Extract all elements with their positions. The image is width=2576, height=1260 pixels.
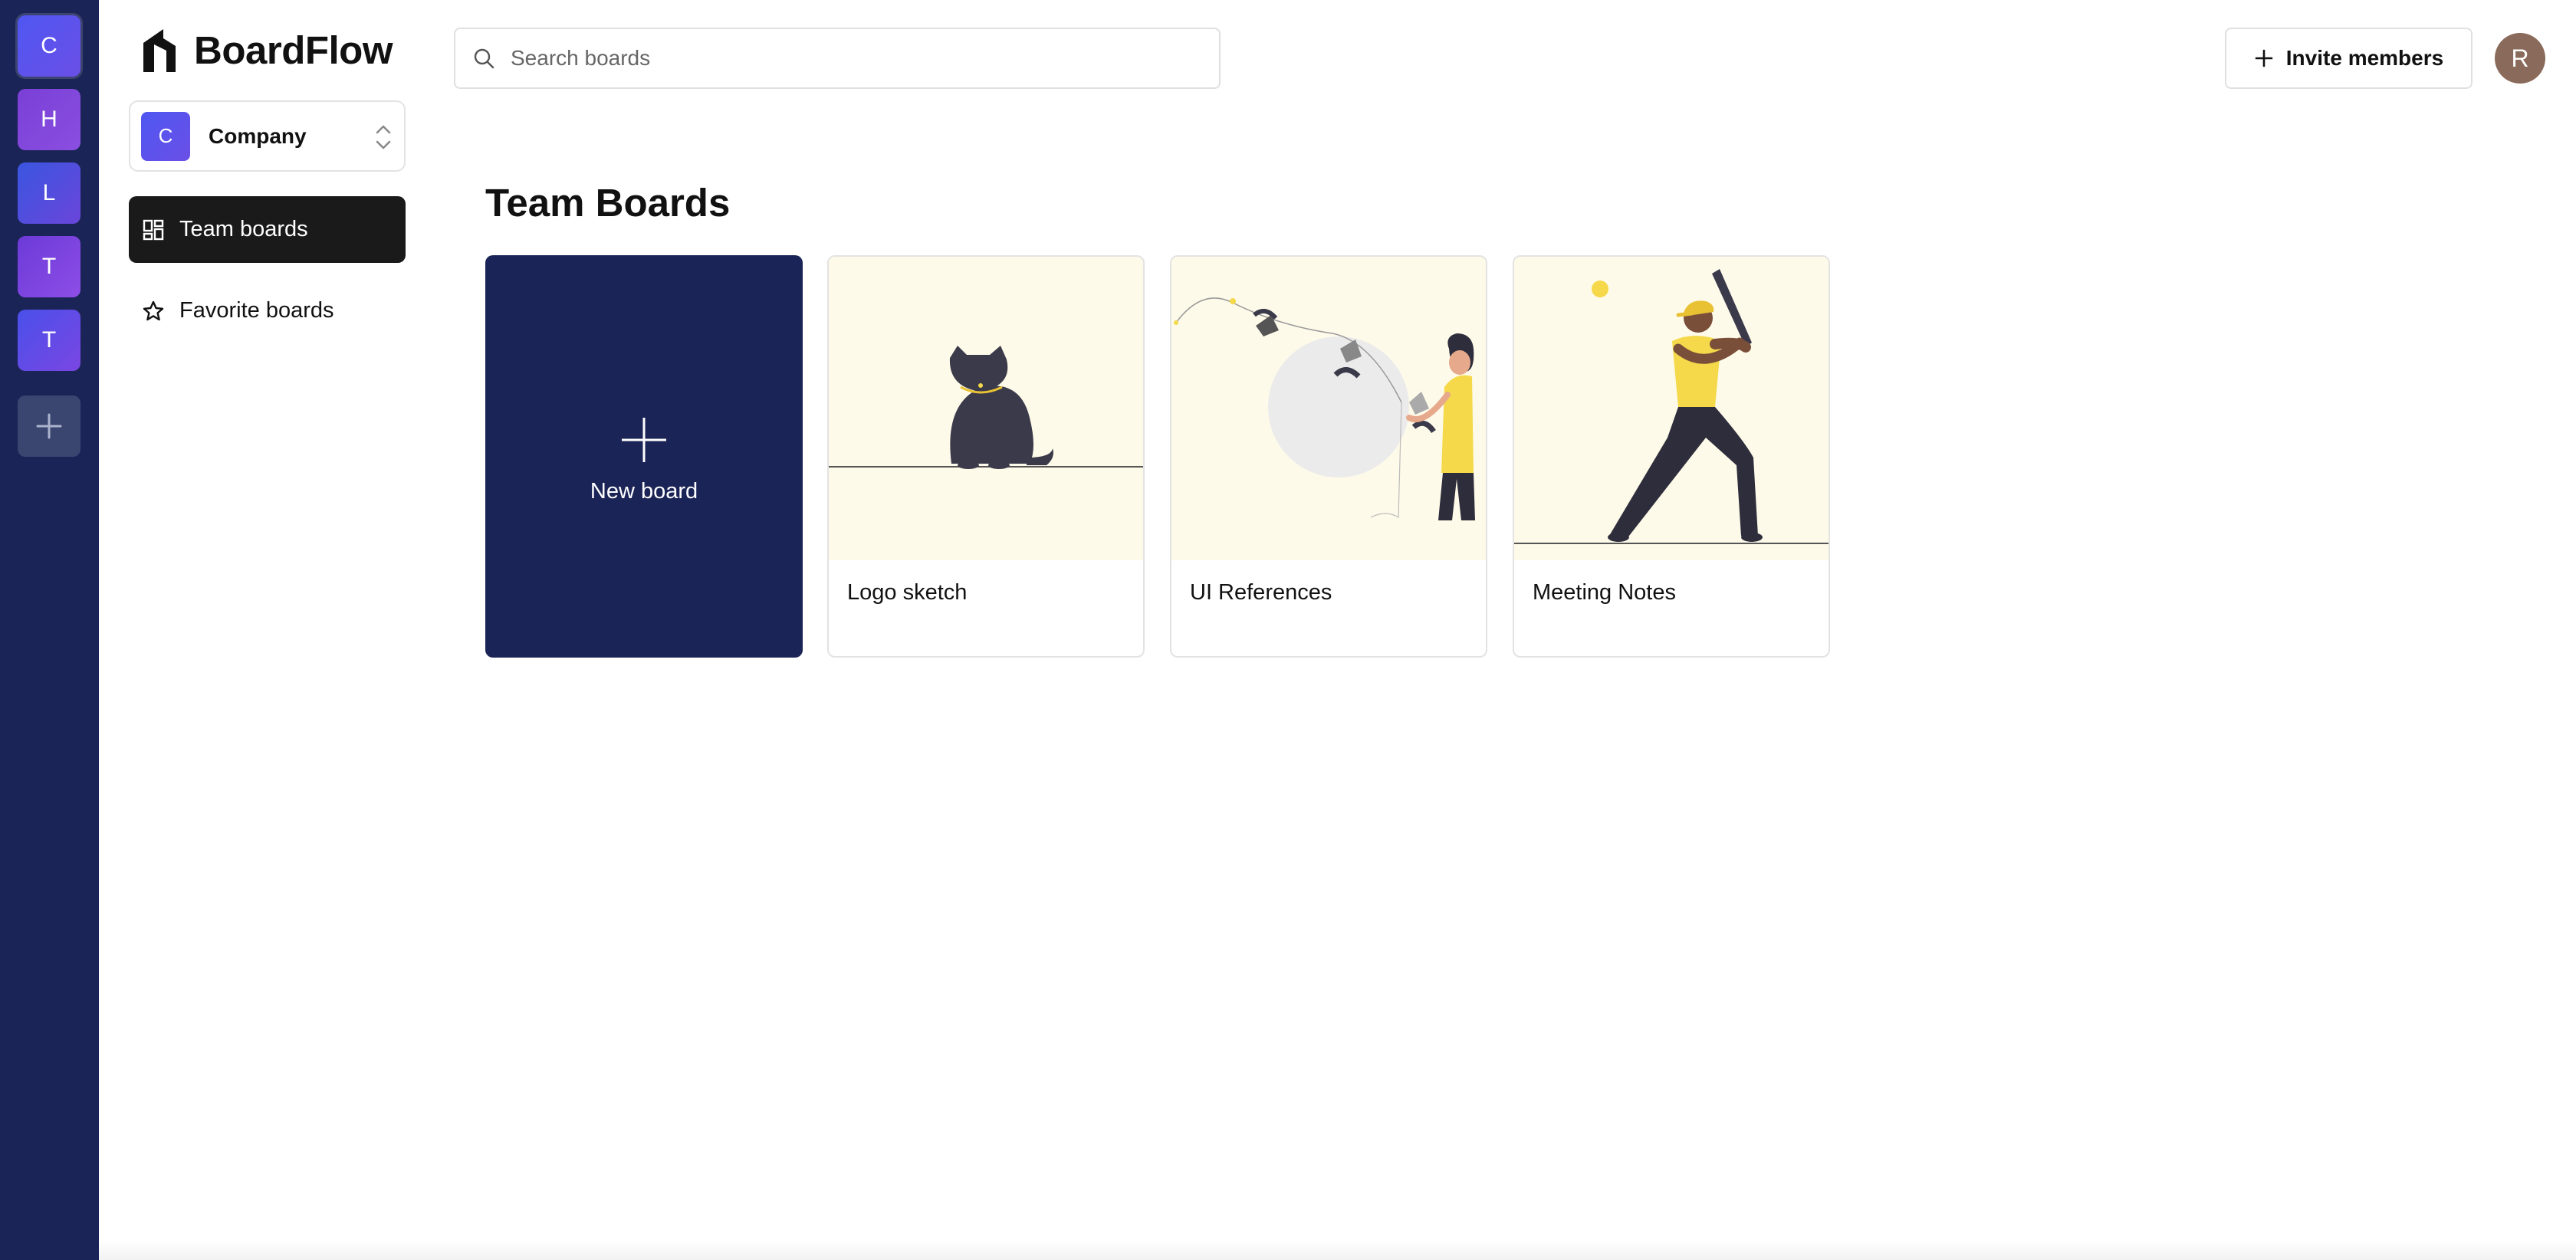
board-name: Meeting Notes — [1533, 580, 1676, 605]
org-initial: T — [41, 254, 57, 279]
board-thumbnail — [1171, 257, 1486, 560]
page-title: Team Boards — [485, 181, 731, 225]
search-icon — [474, 48, 495, 69]
board-name: Logo sketch — [847, 580, 968, 605]
app-root: C H L T T BoardFlow C Company Team board… — [0, 0, 2576, 1260]
board-card[interactable]: Meeting Notes — [1513, 255, 1830, 658]
brand[interactable]: BoardFlow — [140, 26, 393, 74]
org-initial: L — [42, 180, 56, 205]
org-initial: H — [41, 107, 58, 132]
org-rail: C H L T T — [0, 0, 99, 1260]
plus-icon — [36, 413, 62, 439]
org-button-3[interactable]: L — [18, 162, 80, 224]
org-switcher-initial: C — [158, 124, 173, 147]
org-button-1[interactable]: C — [18, 15, 80, 77]
star-icon — [141, 299, 166, 323]
org-button-4[interactable]: T — [18, 236, 80, 297]
grid-icon — [141, 218, 166, 242]
org-button-2[interactable]: H — [18, 89, 80, 150]
nav-favorite-boards[interactable]: Favorite boards — [129, 277, 406, 344]
plus-icon — [622, 418, 666, 462]
boardflow-logo-icon — [143, 29, 176, 72]
new-board-button[interactable]: New board — [485, 255, 803, 658]
org-initial: C — [41, 33, 58, 58]
cat-illustration — [829, 257, 1143, 560]
board-card[interactable]: Logo sketch — [827, 255, 1145, 658]
search-box[interactable] — [454, 28, 1221, 89]
org-switcher[interactable]: C Company — [129, 100, 406, 172]
nav-team-boards-label: Team boards — [179, 217, 308, 241]
search-input[interactable] — [511, 46, 1201, 71]
invite-members-label: Invite members — [2285, 46, 2444, 70]
chevron-up-down-icon — [376, 125, 391, 149]
board-name: UI References — [1190, 580, 1332, 605]
plus-icon — [2255, 49, 2273, 67]
board-thumbnail — [1514, 257, 1829, 560]
org-switcher-name: Company — [209, 123, 307, 148]
add-organization-button[interactable] — [18, 395, 80, 457]
fishing-illustration — [1171, 257, 1486, 560]
nav-favorite-boards-label: Favorite boards — [179, 298, 334, 323]
board-card[interactable]: UI References — [1170, 255, 1487, 658]
org-initial: T — [41, 327, 57, 353]
user-initial: R — [2511, 44, 2529, 72]
user-avatar[interactable]: R — [2495, 33, 2545, 84]
board-thumbnail — [829, 257, 1143, 560]
footer-shade — [99, 1240, 2576, 1260]
brand-name: BoardFlow — [194, 28, 393, 72]
invite-members-button[interactable]: Invite members — [2225, 28, 2472, 89]
baseball-illustration — [1514, 257, 1829, 560]
nav-team-boards[interactable]: Team boards — [129, 196, 406, 263]
new-board-label: New board — [590, 479, 698, 504]
org-switcher-avatar: C — [141, 111, 190, 161]
org-button-5[interactable]: T — [18, 310, 80, 371]
